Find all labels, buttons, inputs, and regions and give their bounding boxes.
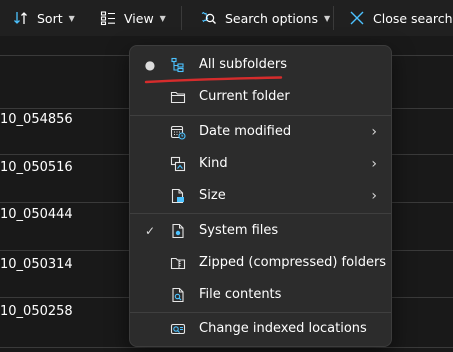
menu-item-label: System files — [199, 223, 279, 238]
menu-separator — [130, 213, 391, 214]
chevron-down-icon: ▼ — [323, 13, 331, 23]
menu-item-system-files[interactable]: ✓ System files — [130, 216, 391, 246]
menu-item-change-indexed-locations[interactable]: Change indexed locations — [130, 314, 391, 344]
search-options-menu: ● All subfolders Current folder Date mod… — [129, 45, 392, 347]
toolbar-divider — [181, 6, 182, 30]
sort-icon — [13, 10, 29, 26]
file-name[interactable]: 10_054856 — [0, 112, 73, 127]
menu-item-size[interactable]: Size › — [130, 181, 391, 211]
menu-separator — [130, 115, 391, 116]
menu-item-label: Date modified — [199, 124, 292, 139]
menu-item-zipped-folders[interactable]: Zipped (compressed) folders — [130, 248, 391, 278]
sort-label: Sort — [37, 10, 63, 26]
menu-item-label: Size — [199, 188, 226, 203]
search-options-button[interactable]: Search options ▼ — [199, 0, 330, 36]
view-button[interactable]: View ▼ — [100, 0, 166, 36]
file-name[interactable]: 10_050314 — [0, 257, 73, 272]
folder-icon — [170, 89, 186, 105]
menu-item-label: Zipped (compressed) folders — [199, 255, 387, 270]
file-name[interactable]: 10_050258 — [0, 304, 73, 319]
close-icon — [349, 10, 365, 26]
view-label: View — [124, 10, 154, 26]
checkmark-icon: ✓ — [144, 224, 156, 238]
sort-button[interactable]: Sort ▼ — [13, 0, 75, 36]
menu-item-label: Current folder — [199, 89, 290, 104]
zip-folder-icon — [170, 255, 186, 271]
system-file-icon — [170, 223, 186, 239]
chevron-right-icon: › — [371, 188, 377, 204]
chevron-down-icon: ▼ — [68, 13, 75, 23]
size-icon — [170, 188, 186, 204]
chevron-down-icon: ▼ — [159, 13, 166, 23]
file-search-icon — [170, 287, 186, 303]
chevron-right-icon: › — [371, 124, 377, 140]
kind-icon — [170, 156, 186, 172]
file-name[interactable]: 10_050516 — [0, 160, 73, 175]
menu-item-kind[interactable]: Kind › — [130, 149, 391, 179]
menu-item-date-modified[interactable]: Date modified › — [130, 117, 391, 147]
menu-item-label: Change indexed locations — [199, 321, 367, 336]
search-options-label: Search options — [225, 10, 318, 26]
close-search-button[interactable]: Close search — [349, 0, 453, 36]
view-icon — [100, 10, 116, 26]
menu-item-label: File contents — [199, 287, 282, 302]
file-name[interactable]: 10_050444 — [0, 207, 73, 222]
menu-item-file-contents[interactable]: File contents — [130, 280, 391, 310]
menu-item-current-folder[interactable]: Current folder — [130, 82, 391, 112]
close-search-label: Close search — [373, 10, 453, 26]
menu-item-label: Kind — [199, 156, 228, 171]
toolbar-divider — [333, 6, 334, 30]
calendar-icon — [170, 124, 186, 140]
menu-separator — [130, 312, 391, 313]
indexed-locations-icon — [170, 321, 186, 337]
subfolders-icon — [170, 57, 186, 73]
search-options-icon — [199, 10, 217, 26]
row-divider — [0, 347, 453, 348]
chevron-right-icon: › — [371, 156, 377, 172]
command-bar: Sort ▼ View ▼ Search options ▼ Close sea… — [0, 0, 453, 36]
